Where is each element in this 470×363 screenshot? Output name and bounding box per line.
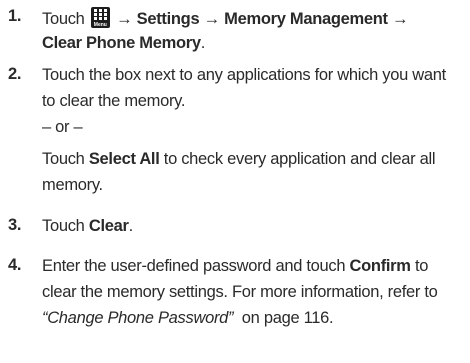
step-text: Enter the user-defined password and touc… <box>42 257 350 275</box>
step-text: Touch <box>42 150 89 168</box>
step-text: to clear the memory. <box>42 92 186 110</box>
step-text: clear the memory settings. For more info… <box>42 283 438 301</box>
arrow-icon: → <box>203 10 221 28</box>
step-number: 3. <box>8 216 22 234</box>
menu-icon-caption: Menu <box>93 22 107 28</box>
select-all-label: Select All <box>88 150 160 168</box>
step-text: . <box>128 217 134 235</box>
step-4-line-3: “Change Phone Password” on page 116. <box>42 308 334 328</box>
step-4-line-1: Enter the user-defined password and touc… <box>42 256 428 276</box>
clear-phone-memory-label: Clear Phone Memory <box>42 34 201 52</box>
step-number: 1. <box>8 7 22 25</box>
instructions-page: 1. Touch Menu → Settings → Memory Manage… <box>0 0 470 363</box>
step-3-line: Touch Clear. <box>42 216 133 236</box>
clear-label: Clear <box>88 217 129 235</box>
step-text: . <box>200 34 206 52</box>
memory-management-label: Memory Management <box>224 10 388 28</box>
step-1-line-2: Clear Phone Memory. <box>42 33 205 53</box>
cross-reference-link: “Change Phone Password” <box>42 309 234 327</box>
step-text: Touch <box>42 10 85 28</box>
step-2-alt-line: Touch Select All to check every applicat… <box>42 149 436 169</box>
step-text: to <box>410 257 429 275</box>
arrow-icon: → <box>116 10 133 28</box>
or-separator: – or – <box>42 118 83 136</box>
step-text: Touch <box>42 217 89 235</box>
settings-label: Settings <box>136 10 200 28</box>
step-text: memory. <box>42 176 103 194</box>
menu-grid-icon: Menu <box>90 7 110 28</box>
step-text: to check every application and clear all <box>159 150 436 168</box>
step-text: on page 116. <box>233 309 334 327</box>
step-text: Touch the box next to any applications f… <box>42 66 446 84</box>
step-number: 4. <box>8 256 22 274</box>
confirm-label: Confirm <box>349 257 411 275</box>
arrow-icon: → <box>392 10 409 28</box>
step-number: 2. <box>8 65 22 83</box>
step-1-line-1: Touch Menu → Settings → Memory Managemen… <box>42 7 409 29</box>
